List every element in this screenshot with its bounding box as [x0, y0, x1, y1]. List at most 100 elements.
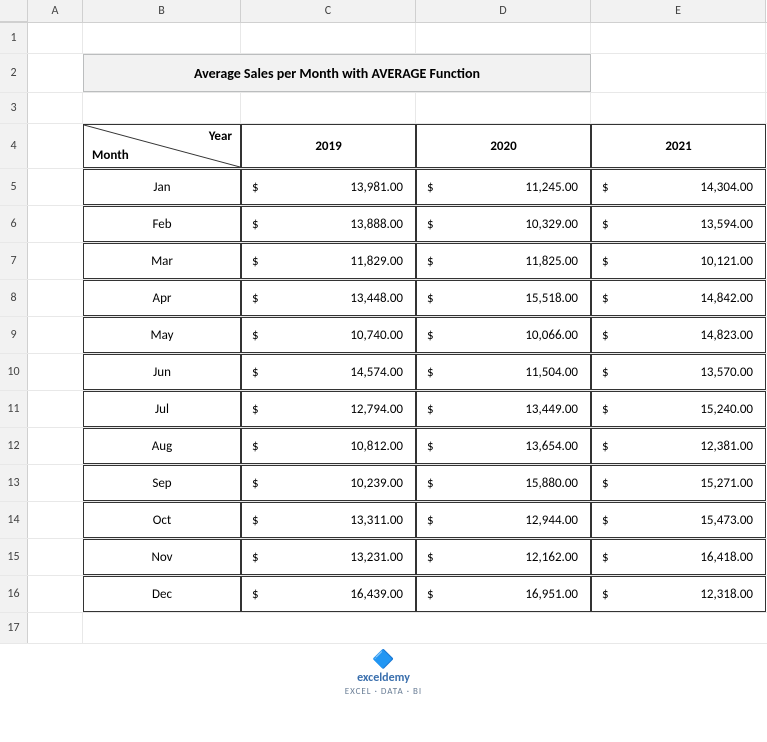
row-17: 17 [0, 613, 767, 644]
dollar-sign: $ [246, 587, 259, 602]
cell-month-9[interactable]: May [83, 317, 241, 353]
cell-month-7[interactable]: Mar [83, 243, 241, 279]
cell-a17[interactable] [28, 613, 83, 643]
cell-a12[interactable] [28, 428, 83, 464]
cell-2021-5[interactable]: $ 14,304.00 [591, 169, 766, 205]
cell-2021-8[interactable]: $ 14,842.00 [591, 280, 766, 316]
cell-a1[interactable] [28, 23, 83, 53]
col-header-e: E [591, 0, 766, 22]
cell-d17[interactable] [416, 613, 591, 643]
cell-2021-14[interactable]: $ 15,473.00 [591, 502, 766, 538]
cell-2019-13[interactable]: $ 10,239.00 [241, 465, 416, 501]
cell-a16[interactable] [28, 576, 83, 612]
cell-month-11[interactable]: Jul [83, 391, 241, 427]
cell-2020-12[interactable]: $ 13,654.00 [416, 428, 591, 464]
cell-a13[interactable] [28, 465, 83, 501]
dollar-sign: $ [596, 476, 609, 491]
dollar-sign: $ [246, 291, 259, 306]
cell-month-16[interactable]: Dec [83, 576, 241, 612]
row-num-16: 16 [0, 576, 28, 612]
cell-month-15[interactable]: Nov [83, 539, 241, 575]
cell-c17[interactable] [241, 613, 416, 643]
cell-month-8[interactable]: Apr [83, 280, 241, 316]
cell-month-5[interactable]: Jan [83, 169, 241, 205]
cell-2020-10[interactable]: $ 11,504.00 [416, 354, 591, 390]
cell-2019-9[interactable]: $ 10,740.00 [241, 317, 416, 353]
amount-2021: 15,271.00 [611, 476, 761, 491]
cell-2020-16[interactable]: $ 16,951.00 [416, 576, 591, 612]
cell-month-12[interactable]: Aug [83, 428, 241, 464]
amount-2021: 14,842.00 [611, 291, 761, 306]
cell-2019-6[interactable]: $ 13,888.00 [241, 206, 416, 242]
dollar-sign: $ [596, 254, 609, 269]
cell-2021-13[interactable]: $ 15,271.00 [591, 465, 766, 501]
cell-month-10[interactable]: Jun [83, 354, 241, 390]
cell-2020-13[interactable]: $ 15,880.00 [416, 465, 591, 501]
cell-e1[interactable] [591, 23, 766, 53]
cell-2021-6[interactable]: $ 13,594.00 [591, 206, 766, 242]
cell-2020-14[interactable]: $ 12,944.00 [416, 502, 591, 538]
cell-2021-15[interactable]: $ 16,418.00 [591, 539, 766, 575]
col-header-d: D [416, 0, 591, 22]
cell-a15[interactable] [28, 539, 83, 575]
cell-a4[interactable] [28, 124, 83, 168]
cell-a14[interactable] [28, 502, 83, 538]
cell-c3[interactable] [241, 93, 416, 123]
cell-2020-5[interactable]: $ 11,245.00 [416, 169, 591, 205]
cell-2019-12[interactable]: $ 10,812.00 [241, 428, 416, 464]
year-label: Year [209, 129, 232, 144]
cell-e17[interactable] [591, 613, 766, 643]
cell-a3[interactable] [28, 93, 83, 123]
cell-e2[interactable] [591, 54, 766, 92]
cell-2019-16[interactable]: $ 16,439.00 [241, 576, 416, 612]
cell-month-6[interactable]: Feb [83, 206, 241, 242]
row-num-15: 15 [0, 539, 28, 575]
cell-e3[interactable] [591, 93, 766, 123]
cell-a8[interactable] [28, 280, 83, 316]
cell-2021-12[interactable]: $ 12,381.00 [591, 428, 766, 464]
cell-2021-9[interactable]: $ 14,823.00 [591, 317, 766, 353]
cell-2020-15[interactable]: $ 12,162.00 [416, 539, 591, 575]
cell-2019-14[interactable]: $ 13,311.00 [241, 502, 416, 538]
cell-b17[interactable] [83, 613, 241, 643]
cell-2021-10[interactable]: $ 13,570.00 [591, 354, 766, 390]
cell-2020-7[interactable]: $ 11,825.00 [416, 243, 591, 279]
cell-a7[interactable] [28, 243, 83, 279]
amount-2021: 13,594.00 [611, 217, 761, 232]
cell-2019-5[interactable]: $ 13,981.00 [241, 169, 416, 205]
cell-2019-7[interactable]: $ 11,829.00 [241, 243, 416, 279]
cell-a9[interactable] [28, 317, 83, 353]
amount-2020: 13,654.00 [436, 439, 586, 454]
cell-month-13[interactable]: Sep [83, 465, 241, 501]
cell-a5[interactable] [28, 169, 83, 205]
cell-2019-10[interactable]: $ 14,574.00 [241, 354, 416, 390]
cell-2019-8[interactable]: $ 13,448.00 [241, 280, 416, 316]
cell-2020-9[interactable]: $ 10,066.00 [416, 317, 591, 353]
cell-2019-11[interactable]: $ 12,794.00 [241, 391, 416, 427]
row-14: 14 Oct $ 13,311.00 $ 12,944.00 $ 15,473.… [0, 502, 767, 539]
cell-d3[interactable] [416, 93, 591, 123]
cell-2020-6[interactable]: $ 10,329.00 [416, 206, 591, 242]
cell-b1[interactable] [83, 23, 241, 53]
cell-a2[interactable] [28, 54, 83, 92]
cell-a6[interactable] [28, 206, 83, 242]
cell-2020-8[interactable]: $ 15,518.00 [416, 280, 591, 316]
row-num-13: 13 [0, 465, 28, 501]
row-8: 8 Apr $ 13,448.00 $ 15,518.00 $ 14,842.0… [0, 280, 767, 317]
cell-a11[interactable] [28, 391, 83, 427]
cell-d1[interactable] [416, 23, 591, 53]
dollar-sign: $ [246, 550, 259, 565]
cell-2021-11[interactable]: $ 15,240.00 [591, 391, 766, 427]
cell-a10[interactable] [28, 354, 83, 390]
cell-2020-11[interactable]: $ 13,449.00 [416, 391, 591, 427]
data-rows-container: 5 Jan $ 13,981.00 $ 11,245.00 $ 14,304.0… [0, 169, 767, 613]
cell-b3[interactable] [83, 93, 241, 123]
row-10: 10 Jun $ 14,574.00 $ 11,504.00 $ 13,570.… [0, 354, 767, 391]
cell-2021-16[interactable]: $ 12,318.00 [591, 576, 766, 612]
cell-month-14[interactable]: Oct [83, 502, 241, 538]
dollar-sign: $ [421, 328, 434, 343]
row-num-1: 1 [0, 23, 28, 53]
cell-2021-7[interactable]: $ 10,121.00 [591, 243, 766, 279]
cell-2019-15[interactable]: $ 13,231.00 [241, 539, 416, 575]
cell-c1[interactable] [241, 23, 416, 53]
